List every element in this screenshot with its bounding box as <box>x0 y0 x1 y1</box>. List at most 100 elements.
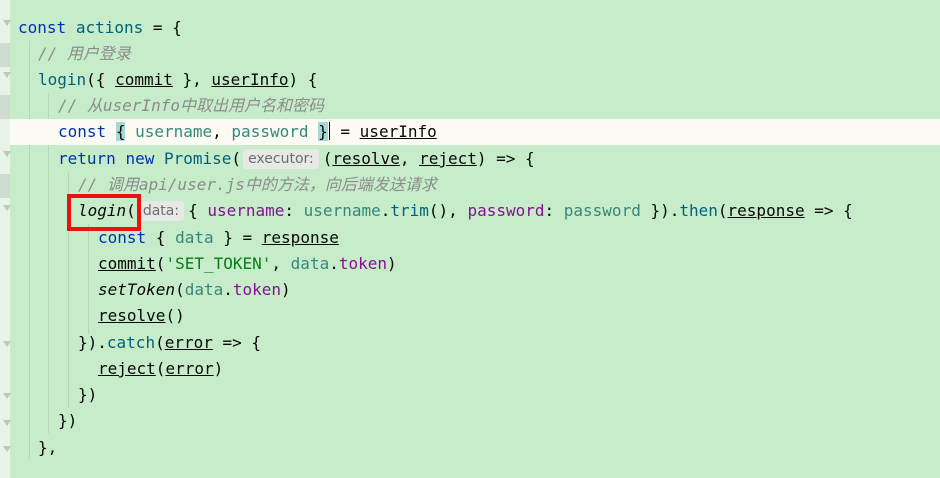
code-text: . <box>380 201 391 220</box>
property: token <box>338 254 388 273</box>
code-text: }). <box>78 333 107 352</box>
parameter: error <box>165 359 214 378</box>
function-call: setToken <box>98 280 176 299</box>
code-text: = <box>330 122 360 141</box>
variable: data <box>184 280 224 299</box>
code-text: ) <box>387 254 397 273</box>
code-text: (), <box>428 201 468 220</box>
code-line-13: }).catch(error => { <box>10 330 940 356</box>
code-line-6: return new Promise(executor: (resolve, re… <box>10 146 940 172</box>
code-text: . <box>223 280 233 299</box>
property: token <box>232 280 282 299</box>
keyword: return <box>58 149 116 168</box>
keyword: const <box>58 122 107 141</box>
code-text: }) <box>78 385 98 404</box>
code-text: ( <box>175 280 185 299</box>
parameter: error <box>164 333 213 352</box>
code-text: ( <box>155 254 166 273</box>
code-text: , <box>212 122 232 141</box>
parameter: resolve <box>332 149 400 168</box>
code-text: ( <box>155 333 165 352</box>
code-line-17: }, <box>10 435 940 461</box>
code-line-1: const actions = { <box>10 15 940 41</box>
code-line-7: // 调用api/user.js中的方法，向后端发送请求 <box>10 172 940 198</box>
code-text: ({ <box>86 70 116 89</box>
parameter: reject <box>419 149 477 168</box>
code-text: ) => { <box>476 149 535 168</box>
code-text: => { <box>804 201 853 220</box>
brace-match: } <box>318 122 328 141</box>
code-line-10: commit('SET_TOKEN', data.token) <box>10 251 940 277</box>
parameter: response <box>261 228 339 247</box>
parameter-hint: executor: <box>243 149 319 169</box>
code-text: () <box>165 306 185 325</box>
code-text: ( <box>717 201 728 220</box>
code-line-9: const { data } = response <box>10 225 940 251</box>
code-text: { <box>188 201 208 220</box>
identifier: actions <box>75 18 144 37</box>
code-line-15: }) <box>10 382 940 408</box>
code-text: ( <box>155 359 166 378</box>
code-comment: // 调用api/user.js中的方法，向后端发送请求 <box>78 175 437 194</box>
code-line-4: // 从userInfo中取出用户名和密码 <box>10 93 940 119</box>
code-line-3: login({ commit }, userInfo) { <box>10 67 940 93</box>
parameter: userInfo <box>359 122 437 141</box>
code-text: ) <box>213 359 224 378</box>
code-line-11: setToken(data.token) <box>10 277 940 303</box>
code-text: : <box>544 201 564 220</box>
code-text: => { <box>212 333 262 352</box>
method-name: login <box>38 70 87 89</box>
code-text: { <box>146 228 176 247</box>
parameter: reject <box>98 359 156 378</box>
editor-gutter <box>0 0 11 478</box>
variable: data <box>175 228 214 247</box>
method-name: trim <box>390 201 429 220</box>
code-text: } = <box>213 228 262 247</box>
code-text: . <box>329 254 339 273</box>
code-line-12: resolve() <box>10 303 940 329</box>
code-comment: // 从userInfo中取出用户名和密码 <box>58 96 324 115</box>
keyword: new <box>125 149 155 168</box>
parameter: userInfo <box>211 70 289 89</box>
code-text: }, <box>172 70 212 89</box>
method-name: then <box>679 201 718 220</box>
parameter: resolve <box>98 306 166 325</box>
code-text: }) <box>58 411 78 430</box>
brace-match: { <box>115 122 126 141</box>
code-text: = { <box>143 18 182 37</box>
text-cursor <box>328 122 330 140</box>
code-text: }). <box>640 201 680 220</box>
code-line-2: // 用户登录 <box>10 41 940 67</box>
code-text: ) { <box>288 70 318 89</box>
method-name: catch <box>106 333 156 352</box>
code-line-5-current: const { username, password } = userInfo <box>10 119 940 145</box>
keyword: const <box>18 18 67 37</box>
highlight-annotation-box <box>67 194 141 231</box>
class-name: Promise <box>163 149 232 168</box>
gutter-change-marker <box>0 43 10 67</box>
variable: password <box>563 201 641 220</box>
string-literal: 'SET_TOKEN' <box>165 254 272 273</box>
code-text: }, <box>38 438 58 457</box>
variable: data <box>290 254 330 273</box>
gutter-change-marker <box>0 174 10 198</box>
code-line-8: login(data:{ username: username.trim(), … <box>10 198 940 224</box>
variable: username <box>135 122 213 141</box>
code-text: , <box>271 254 291 273</box>
parameter: response <box>727 201 805 220</box>
parameter-hint: data: <box>137 201 185 221</box>
code-text: : <box>284 201 304 220</box>
gutter-change-marker <box>0 95 10 119</box>
property: username <box>207 201 285 220</box>
code-text: , <box>399 149 420 168</box>
code-text: ( <box>231 149 242 168</box>
code-line-16: }) <box>10 408 940 434</box>
code-line-14: reject(error) <box>10 356 940 382</box>
parameter: commit <box>98 254 156 273</box>
variable: username <box>303 201 381 220</box>
code-text: ( <box>322 149 333 168</box>
parameter: commit <box>115 70 173 89</box>
variable: password <box>231 122 309 141</box>
property: password <box>467 201 545 220</box>
code-comment: // 用户登录 <box>38 44 131 63</box>
